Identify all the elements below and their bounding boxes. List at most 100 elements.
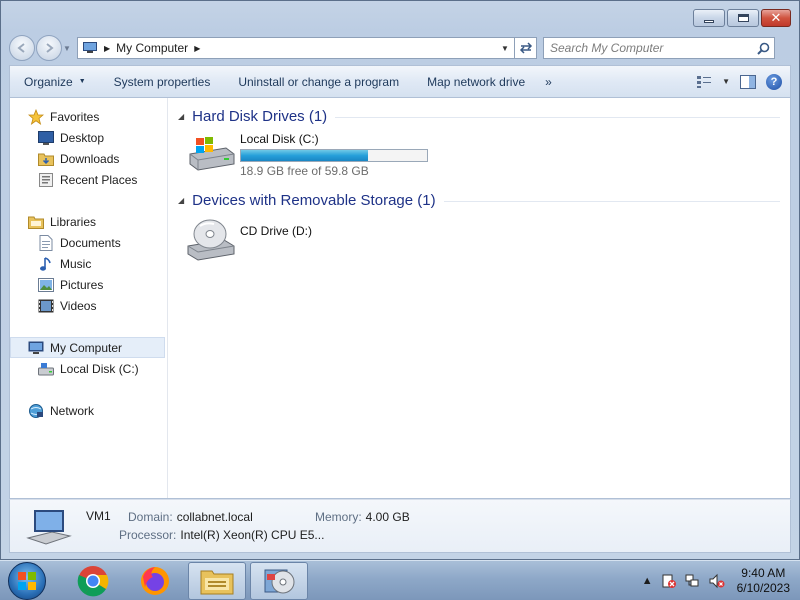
map-network-drive-button[interactable]: Map network drive [413, 66, 539, 97]
group-title: Devices with Removable Storage (1) [192, 191, 436, 209]
collapse-triangle-icon: ◢ [178, 111, 185, 121]
close-icon: ✕ [770, 10, 782, 26]
refresh-icon [519, 42, 532, 54]
close-button[interactable]: ✕ [761, 9, 791, 27]
change-view-icon[interactable] [696, 75, 712, 89]
cd-drive-icon [187, 219, 235, 261]
sidebar-item-label: Libraries [50, 214, 97, 229]
breadcrumb-my-computer[interactable]: My Computer [116, 41, 188, 55]
forward-button[interactable] [36, 35, 62, 61]
sidebar-item-label: My Computer [50, 340, 123, 355]
sidebar-item-pictures[interactable]: Pictures [10, 274, 167, 295]
clock-date: 6/10/2023 [736, 580, 790, 595]
volume-muted-icon[interactable] [709, 573, 725, 589]
breadcrumb-arrow-icon[interactable]: ▶ [104, 44, 110, 53]
sidebar-item-libraries[interactable]: Libraries [10, 211, 167, 232]
sidebar-item-label: Local Disk (C:) [60, 361, 139, 376]
drive-free-space: 18.9 GB free of 59.8 GB [240, 164, 369, 178]
search-box[interactable] [543, 37, 775, 59]
sidebar-item-favorites[interactable]: Favorites [10, 106, 167, 127]
navigation-pane: Favorites Desktop Downloads Recent Place… [10, 98, 168, 498]
sidebar-item-videos[interactable]: Videos [10, 295, 167, 316]
sidebar-item-my-computer[interactable]: My Computer [10, 337, 165, 358]
desktop-icon [38, 130, 54, 146]
drive-cd-d[interactable]: CD Drive (D:) [186, 216, 790, 276]
taskbar-chrome-button[interactable] [64, 562, 122, 600]
drive-local-disk-c[interactable]: Local Disk (C:) 18.9 GB free of 59.8 GB [186, 128, 790, 188]
preview-pane-icon[interactable] [740, 74, 756, 89]
taskbar-explorer-button[interactable] [188, 561, 246, 600]
map-drive-label: Map network drive [427, 74, 526, 89]
system-properties-label: System properties [113, 74, 211, 89]
recent-places-icon [38, 172, 54, 188]
uninstall-program-button[interactable]: Uninstall or change a program [224, 66, 413, 97]
collapse-triangle-icon: ◢ [178, 195, 185, 205]
pictures-icon [38, 277, 54, 293]
group-header-removable-storage[interactable]: ◢ Devices with Removable Storage (1) [178, 188, 790, 212]
network-icon [28, 403, 44, 419]
more-commands-button[interactable]: » [539, 66, 558, 97]
star-icon [28, 108, 44, 125]
search-input[interactable] [550, 41, 750, 55]
help-icon[interactable]: ? [766, 73, 782, 90]
details-pane: VM1 Domain: collabnet.local Memory: 4.00 G… [9, 499, 791, 553]
maximize-icon [737, 14, 749, 22]
recent-pages-dropdown[interactable]: ▼ [63, 44, 73, 53]
documents-icon [38, 234, 54, 251]
organize-label: Organize [24, 74, 73, 89]
back-button[interactable] [9, 35, 35, 61]
sidebar-item-music[interactable]: Music [10, 253, 167, 274]
group-header-hard-disk-drives[interactable]: ◢ Hard Disk Drives (1) [178, 104, 790, 128]
organize-button[interactable]: Organize ▼ [10, 66, 100, 97]
back-arrow-icon [17, 43, 25, 53]
clock[interactable]: 9:40 AM 6/10/2023 [737, 566, 790, 596]
computer-icon [26, 510, 72, 545]
chevron-down-icon: ▼ [78, 78, 86, 85]
maximize-button[interactable] [727, 9, 759, 27]
taskbar-media-button[interactable] [250, 561, 308, 600]
system-tray: ▲ 9:40 AM 6/10/2023 [638, 562, 800, 600]
minimize-button[interactable] [693, 9, 725, 27]
sidebar-item-label: Favorites [50, 109, 100, 124]
sidebar-item-label: Pictures [60, 277, 104, 292]
sidebar-item-downloads[interactable]: Downloads [10, 148, 167, 169]
sidebar-item-label: Downloads [60, 151, 120, 166]
forward-arrow-icon [46, 43, 54, 53]
computer-icon [83, 42, 97, 53]
network-tray-icon[interactable] [685, 573, 701, 589]
downloads-folder-icon [38, 151, 54, 167]
start-button[interactable] [8, 561, 46, 600]
view-controls: ▼ ? [696, 73, 782, 90]
navigation-bar: ▼ ▶ My Computer ▶ ▼ [9, 35, 791, 61]
sidebar-item-label: Documents [60, 235, 121, 250]
address-bar[interactable]: ▶ My Computer ▶ ▼ [77, 37, 515, 59]
local-disk-icon [38, 361, 54, 377]
view-options-dropdown-icon[interactable]: ▼ [722, 77, 730, 86]
sidebar-item-documents[interactable]: Documents [10, 232, 167, 253]
firefox-icon [141, 566, 169, 595]
sidebar-item-desktop[interactable]: Desktop [10, 127, 167, 148]
libraries-icon [28, 214, 44, 230]
more-commands-icon: » [545, 74, 552, 89]
caption-buttons: ✕ [693, 9, 791, 27]
refresh-button[interactable] [515, 37, 537, 59]
system-properties-button[interactable]: System properties [100, 66, 225, 97]
memory-field: Memory: 4.00 GB [315, 510, 410, 524]
sidebar-item-network[interactable]: Network [10, 400, 167, 421]
sidebar-item-local-disk[interactable]: Local Disk (C:) [10, 358, 167, 379]
chrome-icon [77, 565, 109, 596]
sidebar-item-recent-places[interactable]: Recent Places [10, 169, 167, 190]
action-center-alert-icon[interactable] [661, 573, 677, 589]
address-dropdown-icon[interactable]: ▼ [496, 38, 514, 58]
main-area: Favorites Desktop Downloads Recent Place… [9, 97, 791, 499]
breadcrumb-arrow-icon[interactable]: ▶ [194, 44, 200, 53]
media-disc-icon [264, 569, 295, 593]
search-icon[interactable] [757, 42, 770, 55]
sidebar-item-label: Videos [60, 298, 97, 313]
drive-name: Local Disk (C:) [240, 132, 319, 146]
show-hidden-icons-arrow[interactable]: ▲ [642, 575, 653, 587]
taskbar-firefox-button[interactable] [126, 562, 184, 600]
file-explorer-icon [200, 570, 234, 594]
hard-drive-icon [189, 137, 235, 171]
minimize-icon [704, 19, 714, 23]
